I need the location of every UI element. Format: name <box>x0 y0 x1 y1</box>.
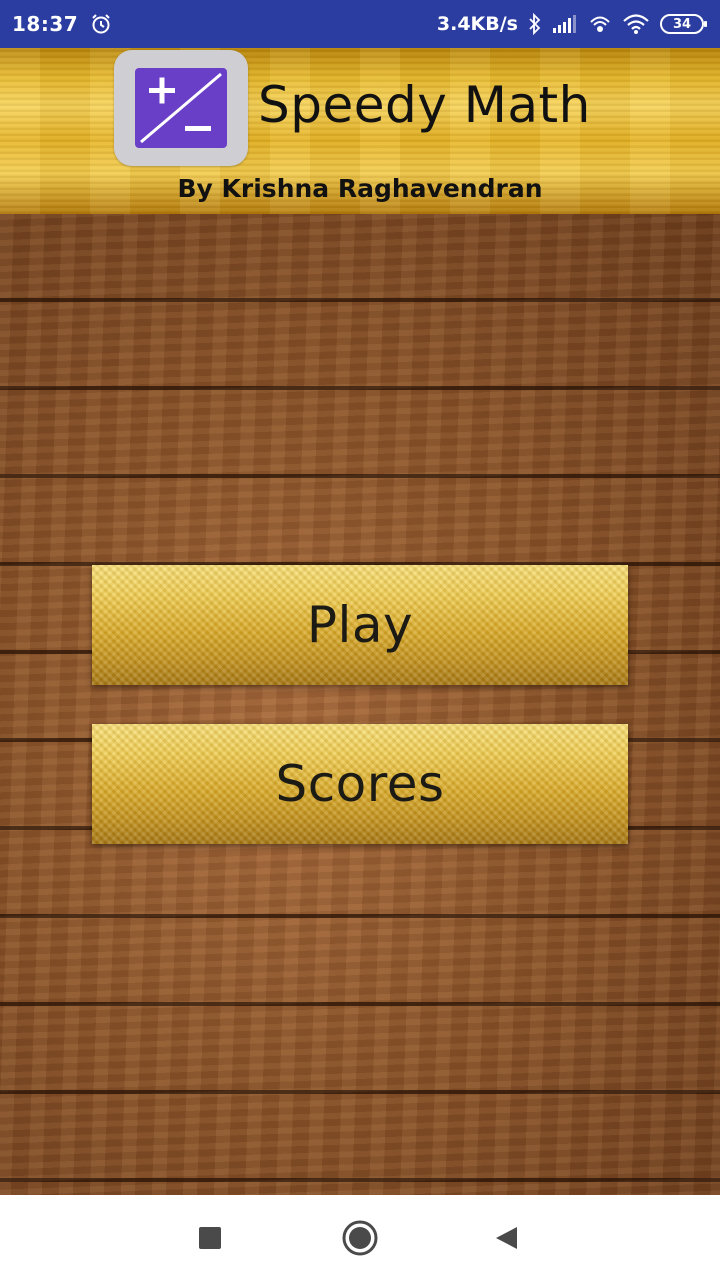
navigation-bar <box>0 1195 720 1280</box>
app-title: Speedy Math <box>258 76 591 134</box>
network-speed: 3.4KB/s <box>436 13 518 35</box>
play-button-label: Play <box>306 596 414 654</box>
scores-button[interactable]: Scores <box>92 724 628 844</box>
status-time: 18:37 <box>12 12 79 36</box>
recent-apps-icon[interactable] <box>170 1195 250 1280</box>
app-header: Speedy Math By Krishna Raghavendran <box>0 48 720 214</box>
home-icon[interactable] <box>320 1195 400 1280</box>
status-indicators: 3.4KB/s 34 <box>436 13 707 35</box>
battery-level: 34 <box>672 16 692 32</box>
screen: 18:37 3.4KB/s 34 Speedy Math By Krishna … <box>0 0 720 1280</box>
plus-minus-app-icon <box>114 50 248 166</box>
app-subtitle: By Krishna Raghavendran <box>177 174 543 203</box>
battery-icon: 34 <box>660 14 707 34</box>
play-button[interactable]: Play <box>92 565 628 685</box>
bluetooth-icon <box>528 13 542 35</box>
scores-button-label: Scores <box>275 755 445 813</box>
wifi-icon <box>622 13 650 35</box>
back-icon[interactable] <box>466 1195 546 1280</box>
hotspot-icon <box>588 13 612 35</box>
wood-background <box>0 214 720 1195</box>
signal-icon <box>552 14 578 34</box>
alarm-icon <box>90 13 112 35</box>
status-bar: 18:37 3.4KB/s 34 <box>0 0 720 48</box>
